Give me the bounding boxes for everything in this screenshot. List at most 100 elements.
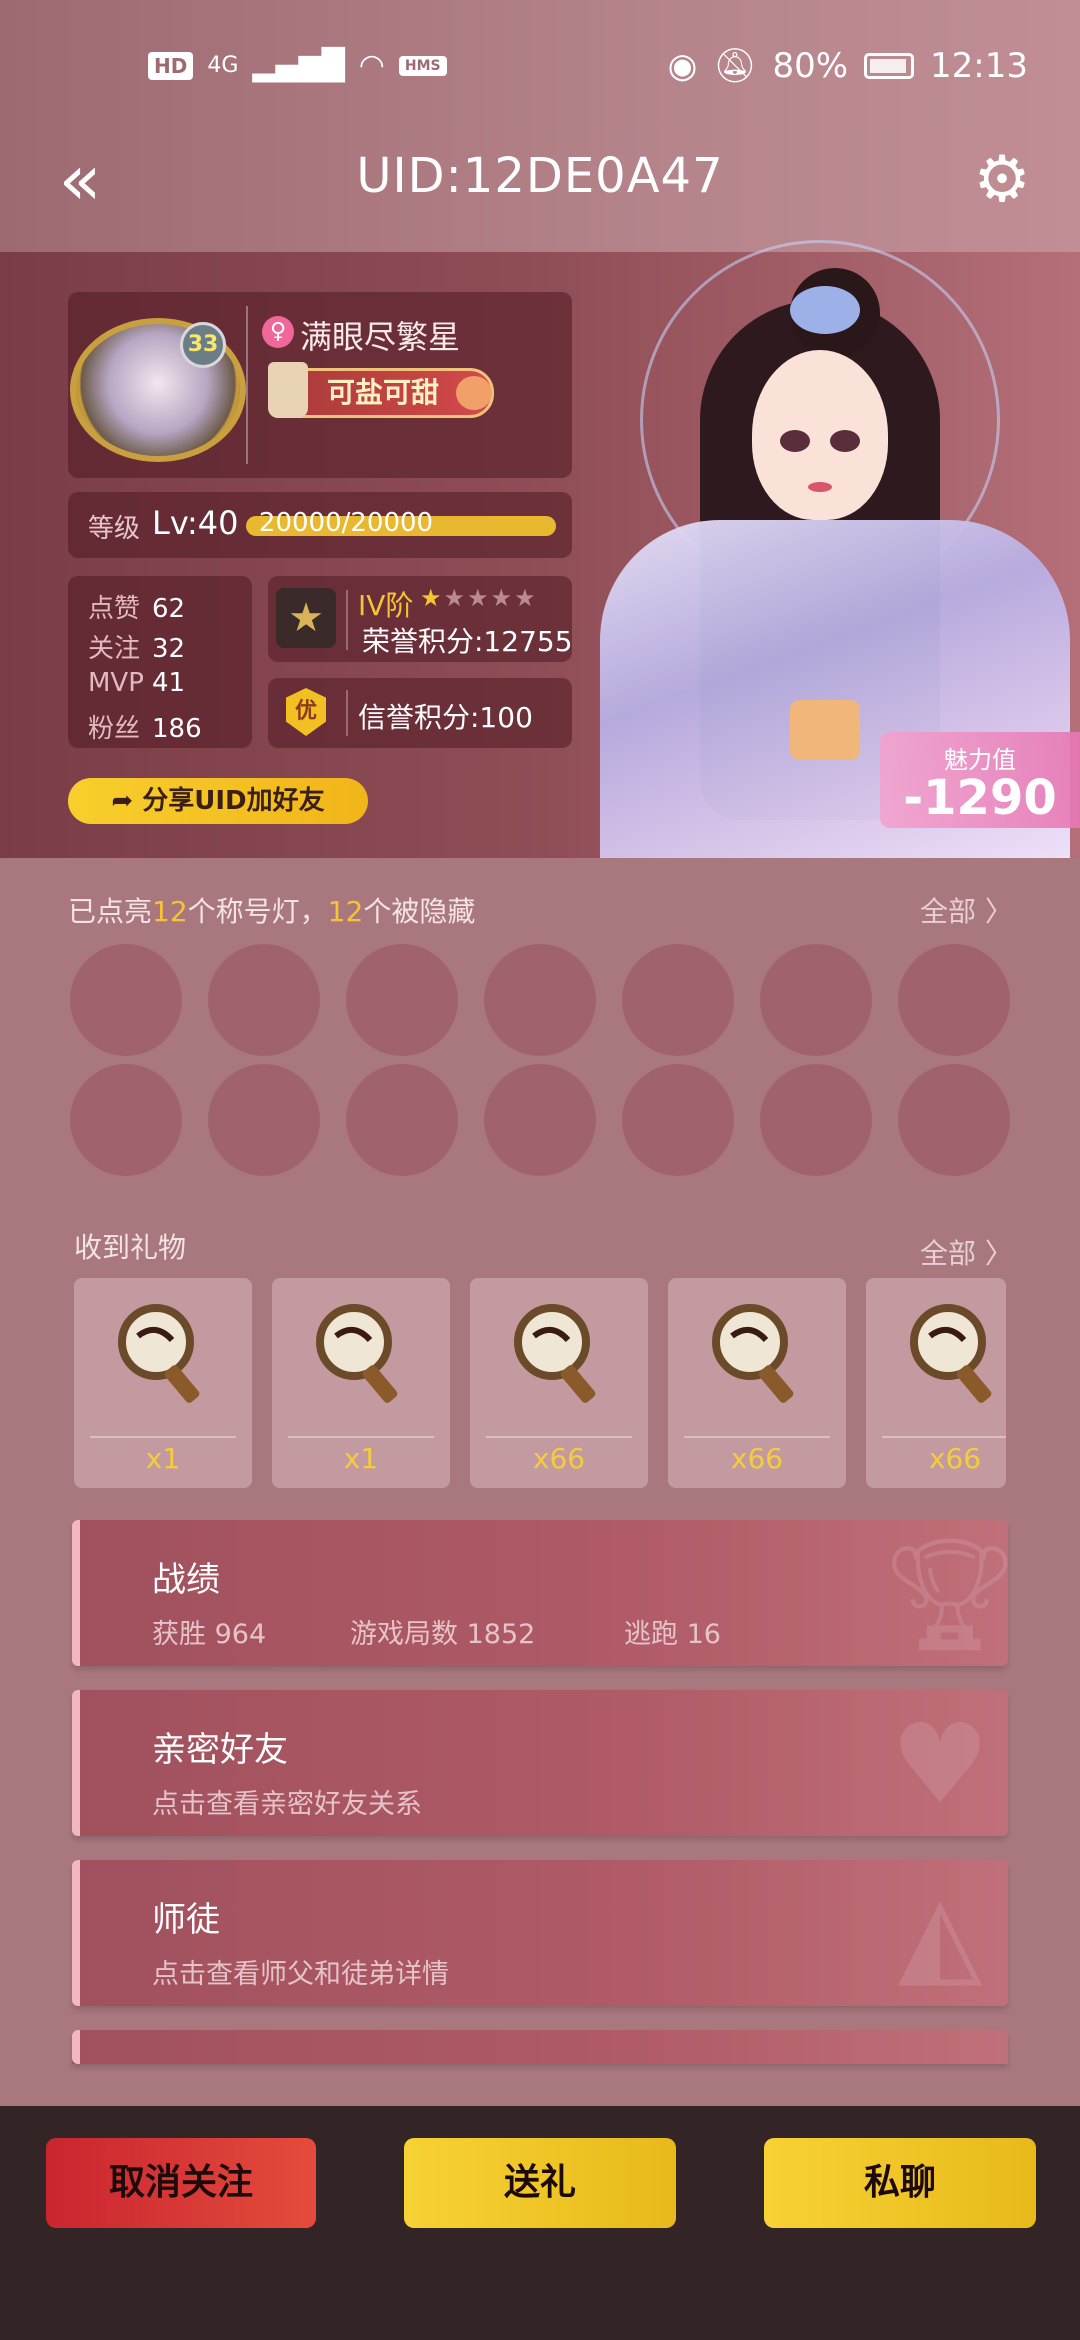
character-eye — [780, 430, 810, 452]
title-light[interactable] — [346, 1064, 458, 1176]
stat-value: 41 — [152, 668, 186, 698]
title-light[interactable] — [898, 1064, 1010, 1176]
title-light[interactable] — [484, 944, 596, 1056]
titles-all-link[interactable]: 全部 〉 — [920, 890, 1013, 930]
nickname: 满眼尽繁星 — [300, 318, 461, 356]
stat-value: 32 — [152, 634, 186, 664]
hd-badge: HD — [148, 51, 194, 80]
friends-title: 亲密好友 — [152, 1730, 288, 1770]
gift-count: x66 — [928, 1442, 982, 1475]
rank-emblem-icon: ★ — [276, 588, 336, 648]
titles-suffix: 个被隐藏 — [363, 895, 476, 928]
clock: 12:13 — [930, 46, 1028, 86]
magnifying-glass-icon — [316, 1304, 398, 1403]
share-arrow-icon: ➦ — [111, 786, 143, 816]
magnifying-glass-icon — [514, 1304, 596, 1403]
level-label: 等级 — [88, 514, 141, 544]
title-light[interactable] — [70, 1064, 182, 1176]
unfollow-button[interactable]: 取消关注 — [46, 2138, 316, 2228]
rank-stars: ★★★★★ — [420, 584, 538, 612]
share-uid-button[interactable]: ➦ 分享UID加好友 — [68, 778, 368, 824]
charm-value: -1290 — [903, 770, 1057, 826]
female-icon: ♀ — [262, 316, 294, 348]
wifi-icon: ◠ — [358, 48, 385, 83]
stat-label: 点赞 — [88, 594, 141, 624]
next-row-partial[interactable] — [72, 2030, 1008, 2064]
send-gift-button[interactable]: 送礼 — [404, 2138, 676, 2228]
stat-fans: 粉丝 186 — [88, 708, 202, 745]
star-icon: ★ — [420, 584, 444, 612]
level-badge: 33 — [180, 322, 226, 368]
credit-points: 信誉积分:100 — [358, 701, 533, 734]
title-light[interactable] — [622, 1064, 734, 1176]
signal-icon: ▂▄▆█ — [252, 48, 345, 83]
gift-count: x1 — [343, 1442, 379, 1475]
rank-tier: IV阶 — [358, 589, 414, 622]
level-value: Lv:40 — [152, 504, 239, 542]
stat-label: 粉丝 — [88, 714, 141, 744]
hidden-count: 12 — [327, 895, 364, 928]
mute-bell-icon: 🔕︎ — [713, 46, 757, 86]
divider — [346, 690, 348, 736]
character-sash — [790, 700, 860, 760]
xp-text: 20000/20000 — [258, 508, 434, 538]
character-face — [752, 350, 888, 520]
network-type: 4G — [207, 53, 239, 78]
private-chat-button[interactable]: 私聊 — [764, 2138, 1036, 2228]
divider — [246, 306, 248, 464]
battery-icon — [864, 53, 915, 79]
mentor-title: 师徒 — [152, 1900, 220, 1940]
friends-subtitle: 点击查看亲密好友关系 — [152, 1789, 422, 1820]
gift-divider — [684, 1436, 830, 1438]
gift-card[interactable]: x1 — [272, 1278, 450, 1488]
gift-card[interactable]: x66 — [470, 1278, 648, 1488]
macaron-icon — [456, 376, 492, 410]
gift-count: x66 — [730, 1442, 784, 1475]
magnifying-glass-icon — [910, 1304, 992, 1403]
gifts-title: 收到礼物 — [74, 1231, 187, 1264]
mentor-subtitle: 点击查看师父和徒弟详情 — [152, 1959, 449, 1990]
gift-divider — [486, 1436, 632, 1438]
record-escapes: 逃跑 16 — [624, 1619, 721, 1650]
settings-button[interactable]: ⚙ — [962, 140, 1042, 220]
record-games: 游戏局数 1852 — [350, 1619, 536, 1650]
stat-label: MVP — [88, 668, 144, 698]
record-wins: 获胜 964 — [152, 1619, 267, 1650]
character-hair-flower — [790, 286, 860, 334]
status-bar: HD 4G ▂▄▆█ ◠ HMS ◉ 🔕︎ 80% 12:13 — [0, 0, 1080, 130]
title-light[interactable] — [760, 944, 872, 1056]
title-light[interactable] — [208, 944, 320, 1056]
trophy-icon: 🏆︎ — [880, 1530, 1020, 1658]
stat-value: 186 — [152, 714, 202, 744]
title-light[interactable] — [484, 1064, 596, 1176]
stat-label: 关注 — [88, 634, 141, 664]
gift-count: x66 — [532, 1442, 586, 1475]
share-label: 分享UID加好友 — [142, 786, 325, 816]
gift-card[interactable]: x66 — [866, 1278, 1006, 1488]
character-lips — [808, 482, 832, 492]
hms-badge: HMS — [398, 55, 447, 76]
gift-divider — [882, 1436, 1006, 1438]
gift-card[interactable]: x1 — [74, 1278, 252, 1488]
star-icon: ★★★★ — [443, 584, 538, 612]
gift-card[interactable]: x66 — [668, 1278, 846, 1488]
eye-icon: ◉ — [667, 46, 698, 86]
titles-prefix: 已点亮 — [68, 895, 153, 928]
title-light[interactable] — [70, 944, 182, 1056]
title-light[interactable] — [622, 944, 734, 1056]
stat-likes: 点赞 62 — [88, 588, 185, 625]
title-light[interactable] — [760, 1064, 872, 1176]
fox-icon: ◭ — [897, 1870, 983, 1998]
titles-summary: 已点亮12个称号灯，12个被隐藏 — [68, 890, 475, 930]
row-accent — [72, 2030, 80, 2064]
titles-middle: 个称号灯， — [187, 895, 328, 928]
battery-percent: 80% — [772, 46, 849, 86]
title-light[interactable] — [346, 944, 458, 1056]
title-light[interactable] — [898, 944, 1010, 1056]
milk-tea-icon — [268, 362, 308, 418]
gift-count: x1 — [145, 1442, 181, 1475]
page-title: UID:12DE0A47 — [356, 148, 724, 204]
title-light[interactable] — [208, 1064, 320, 1176]
record-title: 战绩 — [152, 1560, 220, 1600]
gifts-all-link[interactable]: 全部 〉 — [920, 1232, 1013, 1272]
